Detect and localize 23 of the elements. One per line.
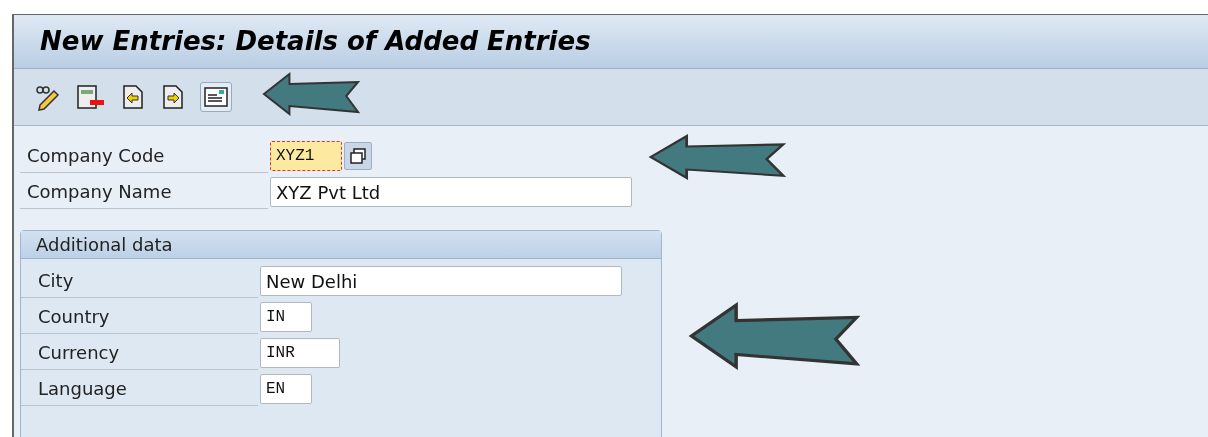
field-label: Language (38, 377, 127, 401)
input-field[interactable]: EN (260, 374, 312, 404)
input-field[interactable]: XYZ1 (270, 141, 342, 171)
details-icon[interactable] (200, 82, 232, 112)
input-field[interactable]: INR (260, 338, 340, 368)
window-title: New Entries: Details of Added Entries (40, 25, 591, 58)
next-page-icon[interactable] (160, 83, 186, 111)
previous-page-icon[interactable] (120, 83, 146, 111)
input-field[interactable]: New Delhi (260, 266, 622, 296)
field-label: Company Code (27, 144, 165, 168)
arrow-icon (688, 302, 860, 370)
field-label: Currency (38, 341, 120, 365)
copy-icon[interactable] (344, 142, 372, 170)
arrow-icon (648, 134, 786, 180)
input-field[interactable]: IN (260, 302, 312, 332)
field-label: Company Name (27, 180, 172, 204)
group-title: Additional data (36, 233, 173, 257)
field-label: City (38, 269, 74, 293)
pencil-icon[interactable] (34, 83, 62, 111)
field-label: Country (38, 305, 110, 329)
arrow-icon (262, 72, 360, 116)
delete-row-icon[interactable] (76, 83, 106, 111)
input-field[interactable]: XYZ Pvt Ltd (270, 177, 632, 207)
